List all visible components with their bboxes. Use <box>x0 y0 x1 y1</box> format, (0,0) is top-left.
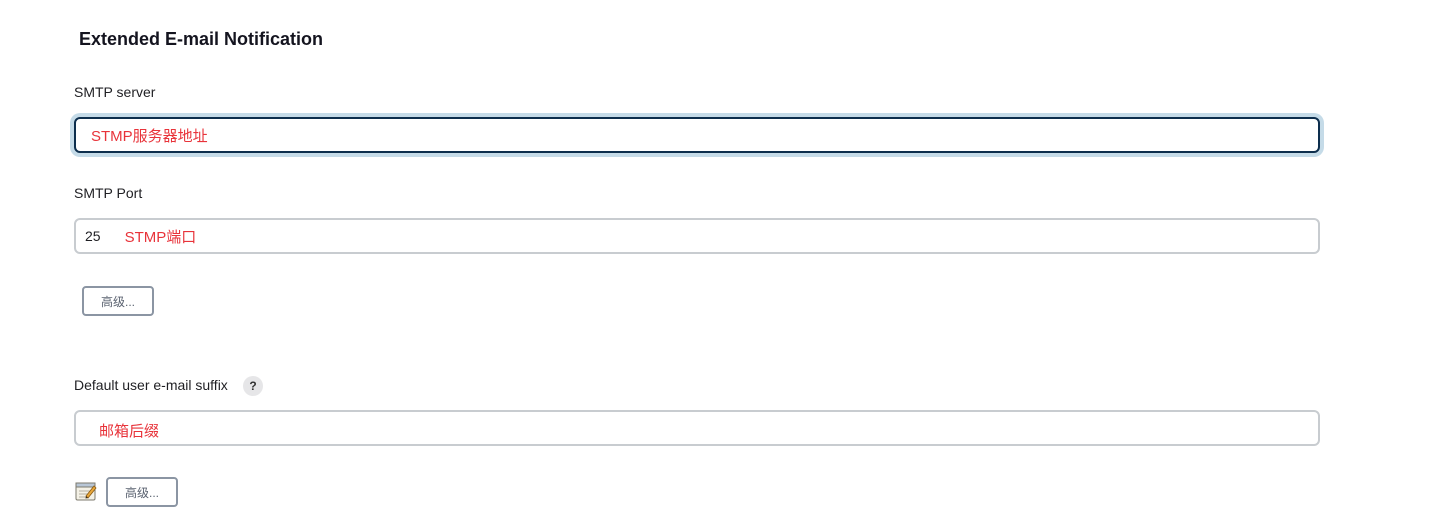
advanced-button[interactable]: 高级... <box>82 286 154 316</box>
help-icon[interactable]: ? <box>243 376 263 396</box>
smtp-server-input[interactable]: STMP服务器地址 <box>74 117 1320 153</box>
smtp-port-value: 25 <box>85 228 101 244</box>
smtp-server-label: SMTP server <box>74 84 156 100</box>
default-suffix-label: Default user e-mail suffix <box>74 377 228 393</box>
smtp-port-label: SMTP Port <box>74 185 143 201</box>
section-title: Extended E-mail Notification <box>79 29 324 49</box>
smtp-port-input[interactable]: 25 STMP端口 <box>74 218 1320 254</box>
advanced-button-2[interactable]: 高级... <box>106 477 178 507</box>
smtp-server-annotation: STMP服务器地址 <box>91 127 208 145</box>
smtp-port-annotation: STMP端口 <box>124 228 197 246</box>
extended-email-config-page: Extended E-mail Notification SMTP server… <box>0 0 1454 529</box>
notepad-edit-icon[interactable] <box>75 480 97 502</box>
default-suffix-input[interactable]: 邮箱后缀 <box>74 410 1320 446</box>
default-suffix-annotation: 邮箱后缀 <box>99 423 160 440</box>
